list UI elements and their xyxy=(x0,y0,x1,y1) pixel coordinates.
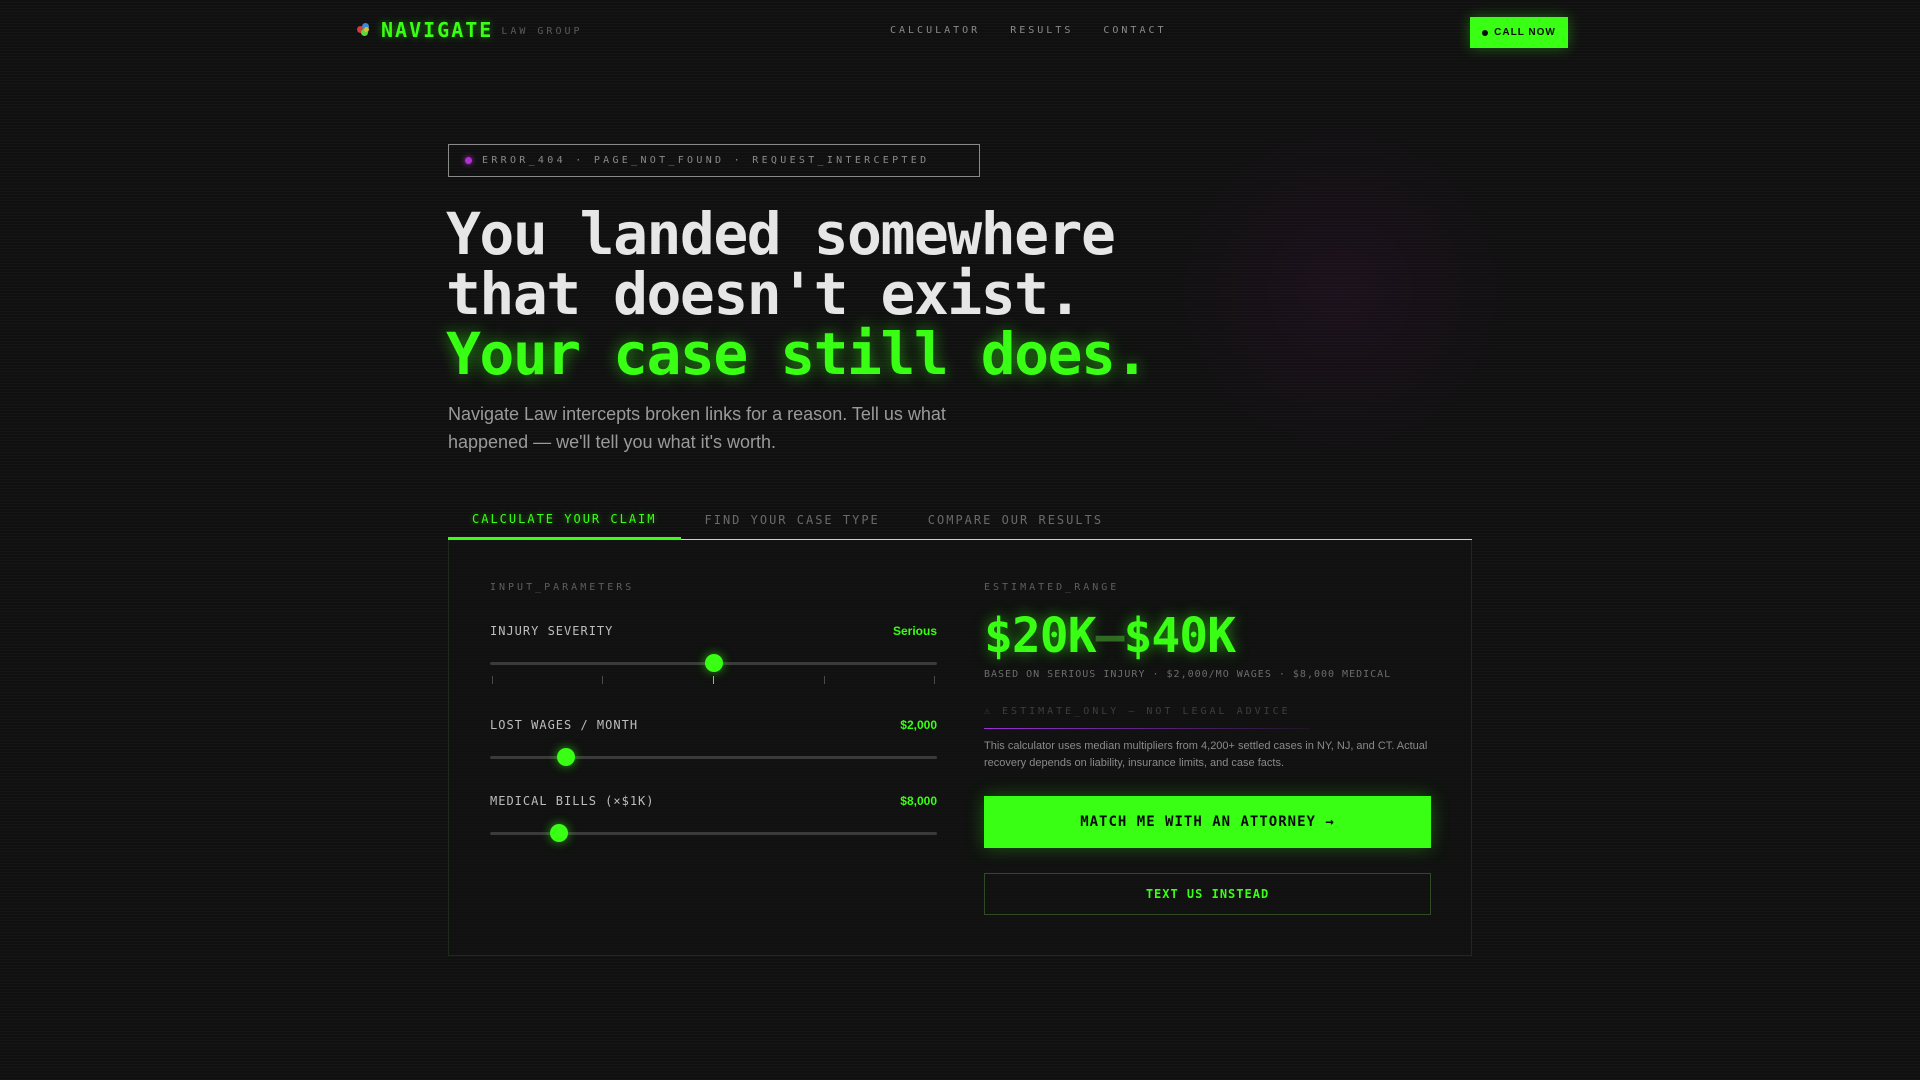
slider-value: $2,000 xyxy=(900,718,937,732)
estimated-range-value: $20K—$40K xyxy=(984,608,1237,664)
slider-tick xyxy=(492,676,493,684)
top-nav: NAVIGATE LAW GROUP CALCULATOR RESULTS CO… xyxy=(0,0,1920,64)
call-now-button[interactable]: CALL NOW xyxy=(1470,17,1568,48)
brand-name: NAVIGATE xyxy=(381,18,494,42)
input-parameters-label: INPUT_PARAMETERS xyxy=(490,582,635,593)
background-glow xyxy=(1160,110,1520,470)
call-now-label: CALL NOW xyxy=(1494,27,1556,38)
slider-value: $8,000 xyxy=(900,794,937,808)
slider-tick xyxy=(824,676,825,684)
text-us-button[interactable]: TEXT US INSTEAD xyxy=(984,873,1431,915)
headline-line-2: that doesn't exist. xyxy=(446,260,1082,328)
estimate-low: $20K xyxy=(984,608,1097,664)
brand-subtitle: LAW GROUP xyxy=(501,26,583,37)
slider-label: INJURY SEVERITY xyxy=(490,624,614,638)
dot-icon xyxy=(1482,29,1489,36)
slider-label: LOST WAGES / MONTH xyxy=(490,718,639,732)
estimate-note: This calculator uses median multipliers … xyxy=(984,740,1428,769)
injury-severity-slider: INJURY SEVERITY Serious xyxy=(490,624,937,684)
lost-wages-slider: LOST WAGES / MONTH $2,000 xyxy=(490,718,937,766)
estimated-range-label: ESTIMATED_RANGE xyxy=(984,582,1120,593)
slider-label: MEDICAL BILLS (×$1K) xyxy=(490,794,655,808)
error-badge-text: ERROR_404 · PAGE_NOT_FOUND · REQUEST_INT… xyxy=(482,155,930,166)
nav-links: CALCULATOR RESULTS CONTACT xyxy=(890,25,1167,36)
nav-link-results[interactable]: RESULTS xyxy=(1010,25,1073,36)
tab-calculate-claim[interactable]: CALCULATE YOUR CLAIM xyxy=(448,500,681,540)
medical-bills-slider: MEDICAL BILLS (×$1K) $8,000 xyxy=(490,794,937,842)
slider-tick xyxy=(934,676,935,684)
slider-tick xyxy=(602,676,603,684)
slider-value: Serious xyxy=(892,624,937,638)
estimate-basis: BASED ON SERIOUS INJURY · $2,000/MO WAGE… xyxy=(984,669,1392,680)
divider xyxy=(984,728,1310,729)
calculator-panel: INPUT_PARAMETERS INJURY SEVERITY Serious… xyxy=(448,540,1472,956)
slider-tick xyxy=(713,676,714,684)
hero-subtext: Navigate Law intercepts broken links for… xyxy=(448,404,946,452)
logo[interactable]: NAVIGATE LAW GROUP xyxy=(357,18,583,42)
slider-thumb[interactable] xyxy=(550,824,569,842)
nav-link-contact[interactable]: CONTACT xyxy=(1103,25,1166,36)
headline-line-1: You landed somewhere xyxy=(446,200,1116,268)
estimate-separator: — xyxy=(1095,608,1125,664)
page-title: You landed somewhere that doesn't exist.… xyxy=(446,200,1149,388)
tab-find-case-type[interactable]: FIND YOUR CASE TYPE xyxy=(681,500,904,540)
status-dot-icon xyxy=(465,157,472,164)
logo-icon xyxy=(357,23,371,37)
slider-thumb[interactable] xyxy=(556,748,575,766)
headline-line-3: Your case still does. xyxy=(446,320,1149,388)
match-attorney-button[interactable]: MATCH ME WITH AN ATTORNEY → xyxy=(984,796,1431,848)
error-badge: ERROR_404 · PAGE_NOT_FOUND · REQUEST_INT… xyxy=(448,144,980,177)
nav-link-calculator[interactable]: CALCULATOR xyxy=(890,25,980,36)
estimate-disclaimer: ⚠ ESTIMATE_ONLY — NOT LEGAL ADVICE xyxy=(984,706,1291,717)
tab-compare-results[interactable]: COMPARE OUR RESULTS xyxy=(904,500,1127,540)
tab-bar: CALCULATE YOUR CLAIM FIND YOUR CASE TYPE… xyxy=(448,500,1472,540)
estimate-high: $40K xyxy=(1123,608,1237,664)
slider-thumb[interactable] xyxy=(704,654,723,672)
